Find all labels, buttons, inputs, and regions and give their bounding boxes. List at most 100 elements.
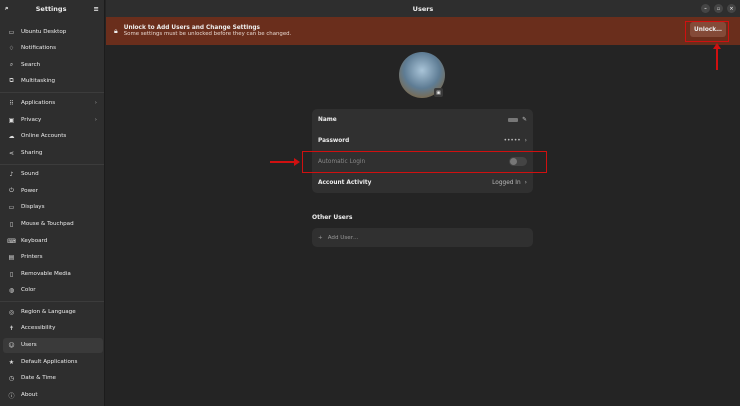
sidebar-item-privacy[interactable]: ▣ Privacy › — [3, 113, 103, 128]
sidebar-title: Settings — [35, 4, 67, 13]
sidebar-item-label: Keyboard — [21, 238, 48, 244]
sidebar-item-label: Accessibility — [21, 325, 56, 331]
accessibility-icon: ✝ — [8, 324, 15, 332]
sidebar-separator — [0, 92, 104, 93]
sidebar-item-sound[interactable]: ♪ Sound — [3, 167, 103, 182]
sidebar-item-ubuntu-desktop[interactable]: ▭ Ubuntu Desktop — [3, 25, 103, 40]
sidebar-item-default-applications[interactable]: ★ Default Applications — [3, 355, 103, 370]
chevron-right-icon: › — [524, 179, 527, 186]
other-users-heading: Other Users — [312, 214, 353, 221]
star-icon: ★ — [8, 358, 15, 366]
sidebar-item-label: Privacy — [21, 117, 42, 123]
name-row[interactable]: Name ✎ — [312, 109, 533, 130]
edit-icon[interactable]: ✎ — [522, 117, 527, 123]
edit-avatar-icon[interactable]: ▣ — [434, 88, 443, 97]
bell-icon: ♢ — [8, 44, 15, 52]
share-icon: ⋖ — [8, 149, 15, 157]
cloud-icon: ☁ — [8, 132, 15, 140]
sidebar-separator — [0, 301, 104, 302]
sidebar-header: ⌕ Settings ≡ — [0, 0, 104, 17]
chevron-right-icon: › — [94, 117, 97, 123]
close-button[interactable]: × — [727, 4, 736, 13]
arrowhead — [294, 158, 300, 166]
sidebar-item-label: Displays — [21, 204, 45, 210]
sidebar-item-label: Online Accounts — [21, 133, 67, 139]
arrow-up-annotation — [716, 48, 718, 70]
sidebar-item-multitasking[interactable]: ⧉ Multitasking — [3, 74, 103, 89]
highlight-box — [685, 21, 729, 42]
sidebar-item-printers[interactable]: ▤ Printers — [3, 250, 103, 265]
sidebar-item-label: Power — [21, 188, 38, 194]
sidebar-item-mouse-touchpad[interactable]: ▯ Mouse & Touchpad — [3, 217, 103, 232]
sidebar-item-keyboard[interactable]: ⌨ Keyboard — [3, 234, 103, 249]
banner-subtitle: Some settings must be unlocked before th… — [123, 31, 292, 37]
sidebar-item-power[interactable]: ⏻ Power — [3, 184, 103, 199]
sidebar-item-removable-media[interactable]: ▯ Removable Media — [3, 267, 103, 282]
sidebar-item-label: Search — [21, 62, 41, 68]
display-icon: ▭ — [8, 203, 15, 211]
user-icon: ☺ — [8, 341, 15, 349]
sidebar-item-label: Sound — [21, 171, 39, 177]
sidebar-item-label: Applications — [21, 100, 56, 106]
sidebar-item-about[interactable]: ⓘ About — [3, 388, 103, 403]
clock-icon: ◷ — [8, 374, 15, 382]
mouse-icon: ▯ — [9, 220, 14, 228]
sidebar-item-region-language[interactable]: ◎ Region & Language — [3, 305, 103, 320]
keyboard-icon: ⌨ — [7, 237, 16, 245]
sidebar-item-label: Region & Language — [21, 309, 76, 315]
sidebar-item-sharing[interactable]: ⋖ Sharing — [3, 146, 103, 161]
minimize-button[interactable]: – — [701, 4, 710, 13]
sidebar-item-label: Users — [21, 342, 37, 348]
sidebar: ⌕ Settings ≡ ▭ Ubuntu Desktop ♢ Notificatio… — [0, 0, 105, 406]
add-user-label: Add User… — [327, 234, 359, 241]
sidebar-item-label: Multitasking — [21, 78, 56, 84]
power-icon: ⏻ — [9, 187, 14, 194]
printer-icon: ▤ — [8, 253, 15, 261]
sidebar-item-search[interactable]: ⌕ Search — [3, 58, 103, 73]
menu-icon[interactable]: ≡ — [94, 5, 99, 13]
sidebar-item-label: Date & Time — [21, 375, 56, 381]
color-icon: ◍ — [8, 286, 15, 294]
info-icon: ⓘ — [8, 392, 15, 400]
sidebar-item-label: Printers — [21, 254, 43, 260]
sidebar-item-accessibility[interactable]: ✝ Accessibility — [3, 321, 103, 336]
sidebar-item-notifications[interactable]: ♢ Notifications — [3, 41, 103, 56]
sidebar-item-displays[interactable]: ▭ Displays — [3, 200, 103, 215]
sidebar-item-users[interactable]: ☺ Users — [3, 337, 103, 353]
sidebar-item-label: About — [21, 392, 38, 398]
apps-icon: ⠿ — [9, 99, 14, 107]
sidebar-item-label: Ubuntu Desktop — [21, 29, 67, 35]
password-row[interactable]: Password ••••• › — [312, 130, 533, 151]
search-icon: ⌕ — [9, 61, 14, 68]
maximize-button[interactable]: ▫ — [714, 4, 723, 13]
sidebar-item-label: Notifications — [21, 45, 57, 51]
add-user-button[interactable]: + Add User… — [312, 228, 533, 247]
chevron-right-icon: › — [94, 100, 97, 106]
sidebar-item-applications[interactable]: ⠿ Applications › — [3, 96, 103, 111]
account-activity-label: Account Activity — [318, 179, 372, 186]
password-label: Password — [318, 137, 350, 144]
sidebar-item-label: Removable Media — [21, 271, 71, 277]
password-value: ••••• — [503, 137, 521, 144]
unlock-banner: 🔒︎ Unlock to Add Users and Change Settin… — [106, 17, 740, 45]
sidebar-item-date-time[interactable]: ◷ Date & Time — [3, 371, 103, 386]
sidebar-item-online-accounts[interactable]: ☁ Online Accounts — [3, 129, 103, 144]
plus-icon: + — [318, 234, 323, 241]
name-label: Name — [318, 116, 337, 123]
name-value — [508, 117, 519, 122]
highlight-box — [302, 151, 547, 173]
header-bar: Users – ▫ × — [106, 0, 740, 17]
sidebar-item-label: Mouse & Touchpad — [21, 221, 74, 227]
account-activity-row[interactable]: Account Activity Logged In › — [312, 172, 533, 193]
page-title: Users — [412, 4, 434, 13]
sidebar-item-color[interactable]: ◍ Color — [3, 283, 103, 298]
arrowhead — [713, 43, 721, 49]
desktop-icon: ▭ — [8, 28, 15, 36]
lock-icon: 🔒︎ — [114, 26, 118, 35]
multitasking-icon: ⧉ — [9, 77, 14, 84]
account-activity-value: Logged In — [492, 179, 521, 186]
media-icon: ▯ — [9, 270, 14, 278]
search-icon[interactable]: ⌕ — [5, 4, 9, 13]
music-icon: ♪ — [9, 170, 14, 178]
lock-icon: ▣ — [8, 116, 15, 124]
